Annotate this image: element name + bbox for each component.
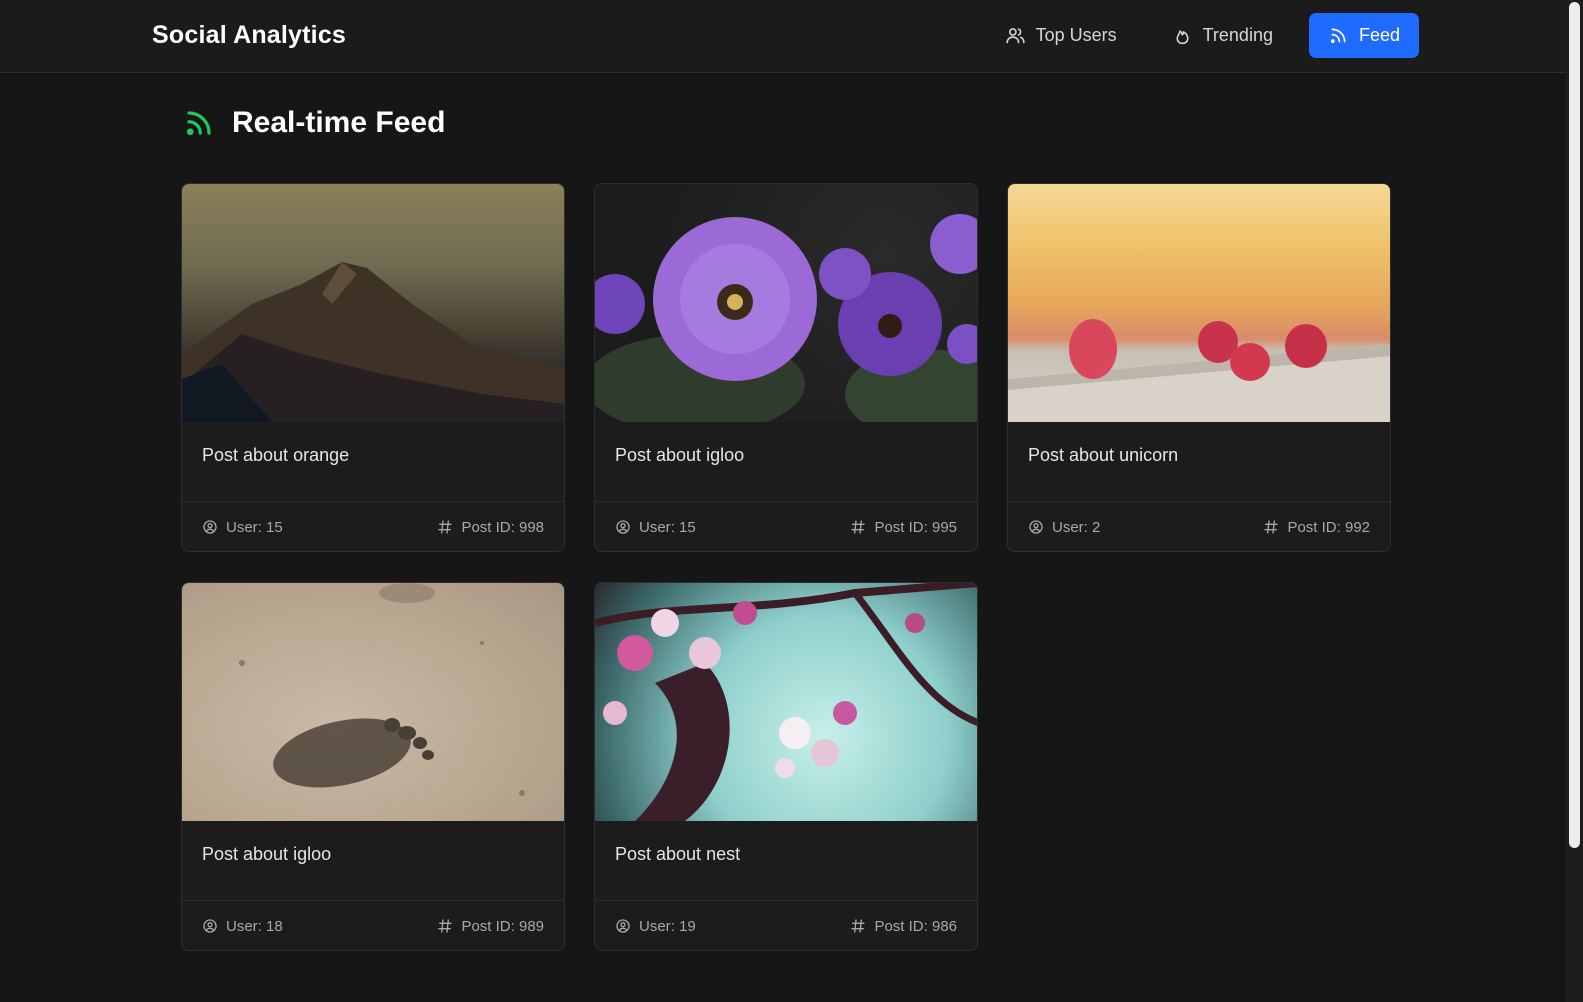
post-card[interactable]: Post about igloo User: 15 Post ID: 995	[594, 183, 978, 552]
rss-icon	[1330, 28, 1346, 44]
nav-label: Trending	[1202, 25, 1273, 45]
post-title: Post about orange	[182, 422, 564, 502]
raspberries-illustration	[1008, 319, 1390, 422]
feed-grid: Post about orange User: 15 Post ID: 998	[181, 183, 1391, 951]
hash-icon	[438, 520, 453, 534]
hash-icon	[438, 919, 453, 933]
post-user: User: 15	[226, 518, 283, 536]
post-meta: User: 15 Post ID: 998	[182, 502, 564, 551]
page-heading: Real-time Feed	[184, 106, 445, 140]
users-icon	[1005, 28, 1025, 44]
scrollbar-thumb[interactable]	[1569, 2, 1580, 848]
petunia-illustration	[595, 214, 977, 422]
post-title: Post about unicorn	[1008, 422, 1390, 502]
post-meta: User: 2 Post ID: 992	[1008, 502, 1390, 551]
footprint-illustration	[239, 583, 525, 796]
page-scrollbar[interactable]	[1566, 0, 1583, 1002]
post-title: Post about igloo	[182, 821, 564, 901]
blossom-branch-photo	[595, 583, 977, 821]
post-id: Post ID: 986	[874, 917, 957, 935]
nav-label: Top Users	[1035, 25, 1117, 45]
post-card[interactable]: Post about igloo User: 18 Post ID: 989	[181, 582, 565, 951]
hash-icon	[851, 520, 866, 534]
user-circle-icon	[1029, 520, 1043, 534]
post-title: Post about nest	[595, 821, 977, 901]
user-circle-icon	[616, 919, 630, 933]
flame-icon	[1176, 30, 1189, 45]
user-circle-icon	[203, 919, 217, 933]
nav-feed[interactable]: Feed	[1308, 13, 1419, 58]
post-user: User: 2	[1052, 518, 1101, 536]
rss-icon	[186, 111, 211, 136]
brand-title[interactable]: Social Analytics	[152, 21, 346, 50]
top-navigation-bar: Social Analytics Top Users Trending Feed	[0, 0, 1566, 73]
post-card[interactable]: Post about orange User: 15 Post ID: 998	[181, 183, 565, 552]
mountain-photo	[182, 184, 564, 422]
post-id: Post ID: 995	[874, 518, 957, 536]
blossom-illustration	[595, 583, 977, 821]
post-id: Post ID: 992	[1287, 518, 1370, 536]
post-meta: User: 19 Post ID: 986	[595, 901, 977, 950]
post-id: Post ID: 989	[461, 917, 544, 935]
post-meta: User: 15 Post ID: 995	[595, 502, 977, 551]
nav-label: Feed	[1358, 25, 1400, 45]
page-title: Real-time Feed	[232, 106, 446, 139]
main-nav: Top Users Trending Feed	[969, 13, 1419, 58]
user-circle-icon	[616, 520, 630, 534]
post-title: Post about igloo	[595, 422, 977, 502]
post-user: User: 15	[639, 518, 696, 536]
raspberries-photo	[1008, 184, 1390, 422]
hash-icon	[1264, 520, 1279, 534]
hash-icon	[851, 919, 866, 933]
post-id: Post ID: 998	[461, 518, 544, 536]
user-circle-icon	[203, 520, 217, 534]
purple-flowers-photo	[595, 184, 977, 422]
nav-top-users[interactable]: Top Users	[986, 13, 1136, 58]
post-user: User: 19	[639, 917, 696, 935]
footprint-sand-photo	[182, 583, 564, 821]
post-user: User: 18	[226, 917, 283, 935]
nav-trending[interactable]: Trending	[1153, 13, 1292, 58]
post-meta: User: 18 Post ID: 989	[182, 901, 564, 950]
post-card[interactable]: Post about nest User: 19 Post ID: 986	[594, 582, 978, 951]
post-card[interactable]: Post about unicorn User: 2 Post ID: 992	[1007, 183, 1391, 552]
mountain-illustration	[182, 262, 564, 422]
